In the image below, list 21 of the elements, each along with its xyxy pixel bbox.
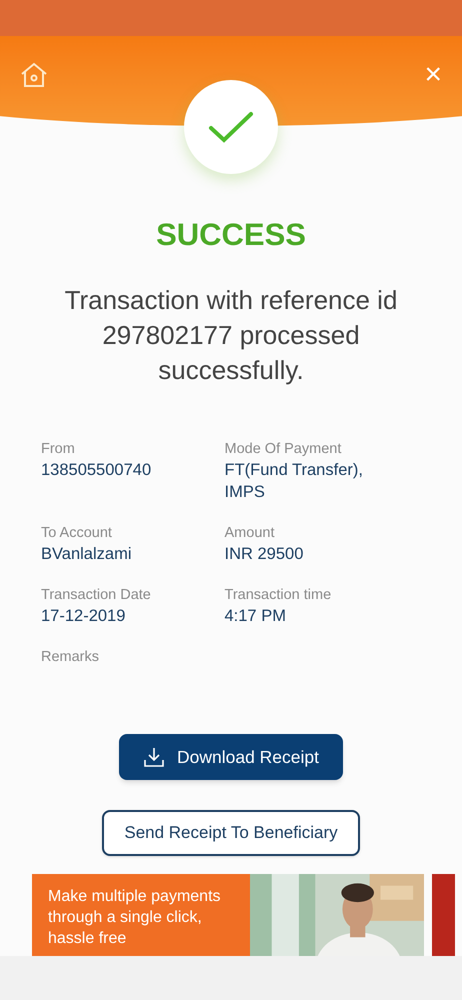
checkmark-icon [208,111,254,143]
detail-value: 138505500740 [41,460,152,481]
detail-label: To Account [41,524,113,543]
send-receipt-button[interactable]: Send Receipt To Beneficiary [102,810,360,856]
detail-value: FT(Fund Transfer), IMPS [224,460,364,503]
detail-label: Amount [224,524,276,543]
detail-label: From [41,440,76,459]
detail-label: Transaction time [224,586,332,605]
status-title: SUCCESS [155,216,307,254]
detail-label: Transaction Date [41,586,152,605]
home-icon[interactable] [20,62,48,88]
status-message: Transaction with reference id 297802177 processed successfully. [64,284,398,387]
detail-label: Mode Of Payment [224,440,342,459]
detail-value: BVanlalzami [41,544,132,565]
detail-value: 4:17 PM [224,606,287,627]
detail-label: Remarks [41,648,100,667]
detail-value: INR 29500 [224,544,304,565]
banner-text: Make multiple payments through a single click, hassle free [47,886,222,949]
download-icon [142,746,165,768]
detail-value: 17-12-2019 [41,606,126,627]
download-receipt-button[interactable]: Download Receipt [118,734,344,780]
